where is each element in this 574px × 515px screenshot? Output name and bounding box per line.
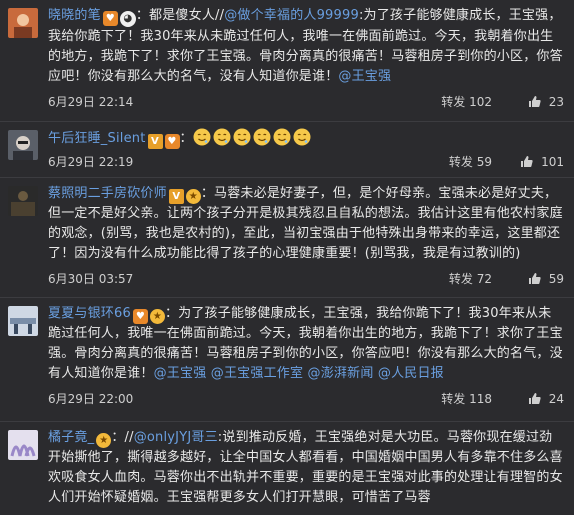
drooling-face-icon (213, 128, 231, 146)
member-badge-icon: ♥ (132, 309, 148, 324)
timestamp: 6月29日 22:14 (48, 95, 134, 109)
like-button[interactable]: 101 (502, 151, 564, 173)
mention-link[interactable]: @人民日报 (378, 366, 444, 381)
text-segment: ： (179, 131, 193, 146)
comment-feed: 晓晓的笔 ♥ ◕ ：都是傻女人//@做个幸福的人99999:为了孩子能够健康成长，王宝… (0, 0, 574, 515)
repost-button[interactable]: 转发 59 (449, 151, 492, 173)
gold-badge-icon: ★ (185, 189, 201, 204)
gold-badge-icon: ★ (149, 309, 165, 324)
comment-item: 午后狂睡_Silent V ♥： 6月29日 22:19 转发 59 101 (0, 122, 574, 178)
repost-button[interactable]: 转发 102 (441, 91, 492, 113)
mention-link[interactable]: @王宝强 (154, 366, 207, 381)
username[interactable]: 晓晓的笔 (48, 8, 101, 23)
timestamp: 6月29日 22:00 (48, 392, 134, 406)
comment-meta: 6月29日 22:19 转发 59 101 (48, 151, 564, 173)
thumbs-up-icon (520, 155, 533, 168)
thumbs-up-icon (528, 95, 541, 108)
username[interactable]: 夏夏与银环66 (48, 306, 131, 321)
vip-badge-icon: V (147, 134, 163, 149)
comment-text: 午后狂睡_Silent V ♥： (48, 128, 564, 149)
comment-text: 晓晓的笔 ♥ ◕ ：都是傻女人//@做个幸福的人99999:为了孩子能够健康成长，王宝… (48, 6, 564, 87)
repost-button[interactable]: 转发 118 (441, 388, 492, 410)
member-badge-icon: ♥ (102, 11, 118, 26)
like-count: 101 (541, 155, 564, 169)
timestamp: 6月30日 03:57 (48, 272, 134, 286)
drooling-face-icon (193, 128, 211, 146)
comment-text: 夏夏与银环66 ♥ ★ ：为了孩子能够健康成长，王宝强，我给你跪下了！我30年来从未跪… (48, 304, 564, 384)
comment-item: 橘子竟_ ★ ：//@onlyJYJ哥三:说到推动反婚，王宝强绝对是大功臣。马蓉你现… (0, 422, 574, 515)
mention-link[interactable]: @onlyJYJ哥三 (134, 430, 218, 445)
member-badge-icon: ♥ (164, 134, 180, 149)
comment-meta: 6月29日 22:00 转发 118 24 (48, 388, 564, 410)
comment-text: 橘子竟_ ★ ：//@onlyJYJ哥三:说到推动反婚，王宝强绝对是大功臣。马蓉你现… (48, 428, 564, 508)
username[interactable]: 蔡照明二手房砍价师 (48, 186, 167, 201)
comment-meta: 6月29日 22:14 转发 102 23 (48, 91, 564, 113)
comment-item: 晓晓的笔 ♥ ◕ ：都是傻女人//@做个幸福的人99999:为了孩子能够健康成长，王宝… (0, 0, 574, 122)
thumbs-up-icon (528, 272, 541, 285)
drooling-face-icon (233, 128, 251, 146)
timestamp: 6月29日 22:19 (48, 155, 134, 169)
like-button[interactable]: 23 (502, 91, 564, 113)
text-segment: ： (135, 8, 150, 23)
drooling-face-icon (253, 128, 271, 146)
drooling-face-icon (273, 128, 291, 146)
vip-badge-icon: V (168, 189, 184, 204)
like-button[interactable]: 59 (502, 268, 564, 290)
mention-link[interactable]: @王宝强 (338, 69, 391, 84)
mention-link[interactable]: @澎湃新闻 (308, 366, 374, 381)
thumbs-up-icon (528, 392, 541, 405)
comment-item: 蔡照明二手房砍价师 V ★ ：马蓉未必是好妻子，但，是个好母亲。宝强未必是好丈夫，但一… (0, 178, 574, 298)
like-count: 59 (548, 272, 564, 286)
gold-badge-icon: ★ (96, 433, 112, 448)
avatar[interactable] (8, 130, 38, 160)
comment-meta: 6月30日 03:57 转发 72 59 (48, 268, 564, 290)
username[interactable]: 橘子竟_ (48, 430, 94, 445)
comment-text: 蔡照明二手房砍价师 V ★ ：马蓉未必是好妻子，但，是个好母亲。宝强未必是好丈夫，但一… (48, 184, 564, 264)
panda-badge-icon: ◕ (119, 11, 136, 27)
emoji-row (193, 128, 313, 146)
avatar[interactable] (8, 306, 38, 336)
mention-link[interactable]: @王宝强工作室 (211, 366, 303, 381)
drooling-face-icon (293, 128, 311, 146)
avatar[interactable] (8, 430, 38, 460)
comment-item: 夏夏与银环66 ♥ ★ ：为了孩子能够健康成长，王宝强，我给你跪下了！我30年来从未跪… (0, 298, 574, 422)
like-count: 23 (548, 95, 564, 109)
text-segment: ：// (111, 430, 134, 445)
like-count: 24 (548, 392, 564, 406)
username[interactable]: 午后狂睡_Silent (48, 131, 146, 146)
avatar[interactable] (8, 8, 38, 38)
like-button[interactable]: 24 (502, 388, 564, 410)
avatar[interactable] (8, 186, 38, 216)
repost-button[interactable]: 转发 72 (449, 268, 492, 290)
text-segment: 都是傻女人// (149, 8, 225, 23)
mention-link[interactable]: @做个幸福的人99999 (224, 8, 359, 23)
